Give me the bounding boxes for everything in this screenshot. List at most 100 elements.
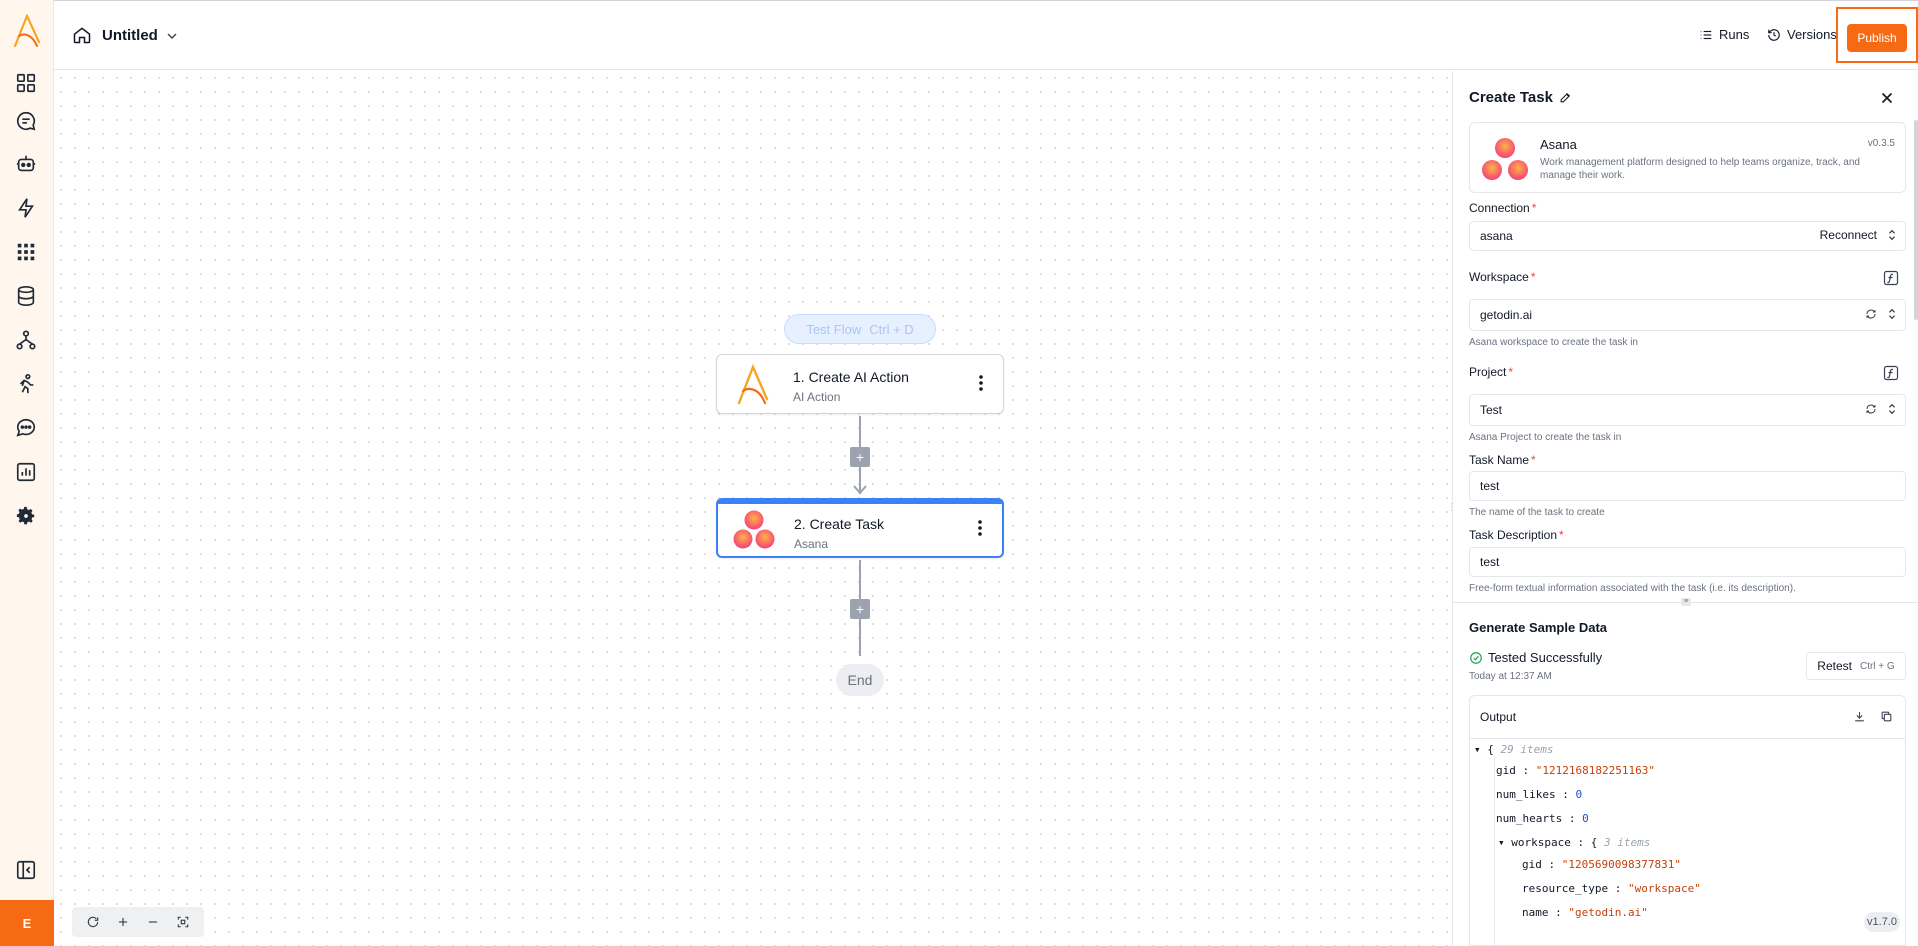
retest-shortcut: Ctrl + G — [1859, 660, 1895, 672]
runs-button[interactable]: Runs — [1699, 27, 1749, 42]
divider-grip-icon[interactable]: ≡ — [1681, 598, 1691, 606]
connection-select[interactable]: asana Reconnect — [1469, 221, 1906, 251]
message-icon[interactable] — [13, 415, 39, 441]
output-viewer: Output ▾ { 29 items gid : "1212168182251… — [1469, 695, 1906, 946]
flow-title[interactable]: Untitled — [102, 27, 158, 44]
piece-version: v0.3.5 — [1867, 138, 1895, 149]
dashboard-icon[interactable] — [13, 70, 39, 96]
task-description-help: Free-form textual information associated… — [1469, 583, 1796, 594]
refresh-icon[interactable] — [1865, 308, 1877, 320]
asana-logo-icon — [733, 510, 775, 549]
bot-icon[interactable] — [13, 151, 39, 177]
flow-icon[interactable] — [13, 327, 39, 353]
reset-view-icon[interactable] — [84, 913, 102, 931]
app-logo-icon[interactable] — [11, 14, 43, 48]
download-icon[interactable] — [1853, 710, 1866, 723]
history-icon — [1768, 28, 1780, 41]
step-settings-panel: Create Task Asana v0.3.5 Work management… — [1452, 71, 1918, 946]
retest-button[interactable]: Retest Ctrl + G — [1806, 652, 1906, 680]
workspace-actions — [1865, 308, 1897, 320]
workspace-value: getodin.ai — [1480, 308, 1533, 322]
more-vertical-icon[interactable] — [973, 371, 989, 395]
edit-pencil-icon[interactable] — [1559, 91, 1572, 104]
project-label: Project * — [1469, 365, 1514, 379]
reconnect-button[interactable]: Reconnect — [1820, 228, 1877, 242]
piece-name: Asana — [1540, 137, 1577, 152]
flow-step-create-task[interactable]: 2. Create Task Asana — [716, 498, 1004, 558]
app-logo-icon — [737, 363, 769, 405]
collapse-panel-icon[interactable] — [13, 857, 39, 883]
arrow-down-icon — [853, 485, 867, 495]
panel-title: Create Task — [1469, 89, 1572, 106]
runs-label: Runs — [1719, 27, 1750, 42]
left-sidebar: E — [0, 0, 54, 946]
piece-info-card: Asana v0.3.5 Work management platform de… — [1469, 122, 1906, 193]
asana-logo-icon — [1482, 138, 1528, 180]
task-description-input[interactable]: test — [1469, 547, 1906, 577]
add-step-button[interactable]: + — [850, 599, 870, 619]
apps-grid-icon[interactable] — [13, 239, 39, 265]
copy-icon[interactable] — [1880, 710, 1893, 723]
caret-down-icon[interactable]: ▾ — [1474, 743, 1481, 756]
json-indent-guide — [1494, 757, 1495, 945]
output-header: Output — [1470, 696, 1905, 739]
json-row-workspace[interactable]: ▾ workspace : { 3 items — [1498, 836, 1650, 849]
task-name-label: Task Name * — [1469, 453, 1536, 467]
json-root-row[interactable]: ▾ { 29 items — [1474, 743, 1553, 756]
chat-icon[interactable] — [13, 108, 39, 134]
home-icon[interactable] — [72, 25, 92, 45]
json-row-ws-name: name : "getodin.ai" — [1522, 906, 1648, 919]
panel-scrollbar[interactable] — [1914, 120, 1918, 320]
zoom-out-icon[interactable] — [144, 913, 162, 931]
flow-step-ai-action[interactable]: 1. Create AI Action AI Action — [716, 354, 1004, 414]
task-name-help: The name of the task to create — [1469, 507, 1605, 518]
test-flow-label: Test Flow — [806, 321, 862, 337]
project-select[interactable]: Test — [1469, 394, 1906, 426]
step-title: 2. Create Task — [794, 516, 885, 532]
step-title: 1. Create AI Action — [793, 369, 909, 385]
json-row-ws-gid: gid : "1205690098377831" — [1522, 858, 1681, 871]
close-icon[interactable] — [1878, 89, 1896, 107]
workspace-help: Asana workspace to create the task in — [1469, 337, 1638, 348]
test-status-text: Tested Successfully — [1488, 650, 1603, 665]
json-row-ws-type: resource_type : "workspace" — [1522, 882, 1701, 895]
add-step-button[interactable]: + — [850, 447, 870, 467]
step-subtitle: Asana — [794, 537, 829, 551]
chevron-up-down-icon — [1888, 308, 1896, 320]
top-bar: Untitled Runs Versions Publish — [54, 0, 1918, 70]
formula-toggle-icon[interactable] — [1883, 270, 1899, 286]
panel-title-text: Create Task — [1469, 89, 1553, 106]
publish-highlight: Publish — [1836, 7, 1918, 63]
workspace-select[interactable]: getodin.ai — [1469, 299, 1906, 331]
user-avatar[interactable]: E — [0, 900, 54, 946]
chevron-up-down-icon — [1888, 403, 1896, 415]
workspace-label: Workspace * — [1469, 270, 1536, 284]
more-vertical-icon[interactable] — [972, 516, 988, 540]
connection-actions: Reconnect — [1820, 228, 1897, 242]
piece-description: Work management platform designed to hel… — [1540, 157, 1860, 181]
versions-button[interactable]: Versions — [1767, 27, 1837, 42]
retest-label: Retest — [1817, 659, 1852, 673]
zoom-in-icon[interactable] — [114, 913, 132, 931]
refresh-icon[interactable] — [1865, 403, 1877, 415]
settings-icon[interactable] — [13, 503, 39, 529]
chart-icon[interactable] — [13, 459, 39, 485]
run-icon[interactable] — [13, 371, 39, 397]
database-icon[interactable] — [13, 283, 39, 309]
chevron-up-down-icon — [1888, 229, 1896, 241]
task-name-input[interactable]: test — [1469, 471, 1906, 501]
json-row-num-likes: num_likes : 0 — [1496, 788, 1583, 801]
publish-button[interactable]: Publish — [1847, 24, 1907, 52]
caret-down-icon[interactable]: ▾ — [1498, 836, 1505, 849]
chevron-down-icon[interactable] — [164, 28, 180, 44]
fit-view-icon[interactable] — [174, 913, 192, 931]
versions-label: Versions — [1787, 27, 1837, 42]
project-help: Asana Project to create the task in — [1469, 432, 1622, 443]
project-actions — [1865, 403, 1897, 415]
formula-toggle-icon[interactable] — [1883, 365, 1899, 381]
check-circle-icon — [1470, 651, 1482, 664]
app-version-badge: v1.7.0 — [1864, 912, 1900, 932]
flash-icon[interactable] — [13, 195, 39, 221]
output-label: Output — [1480, 710, 1517, 724]
test-flow-button[interactable]: Test Flow Ctrl + D — [784, 314, 936, 344]
